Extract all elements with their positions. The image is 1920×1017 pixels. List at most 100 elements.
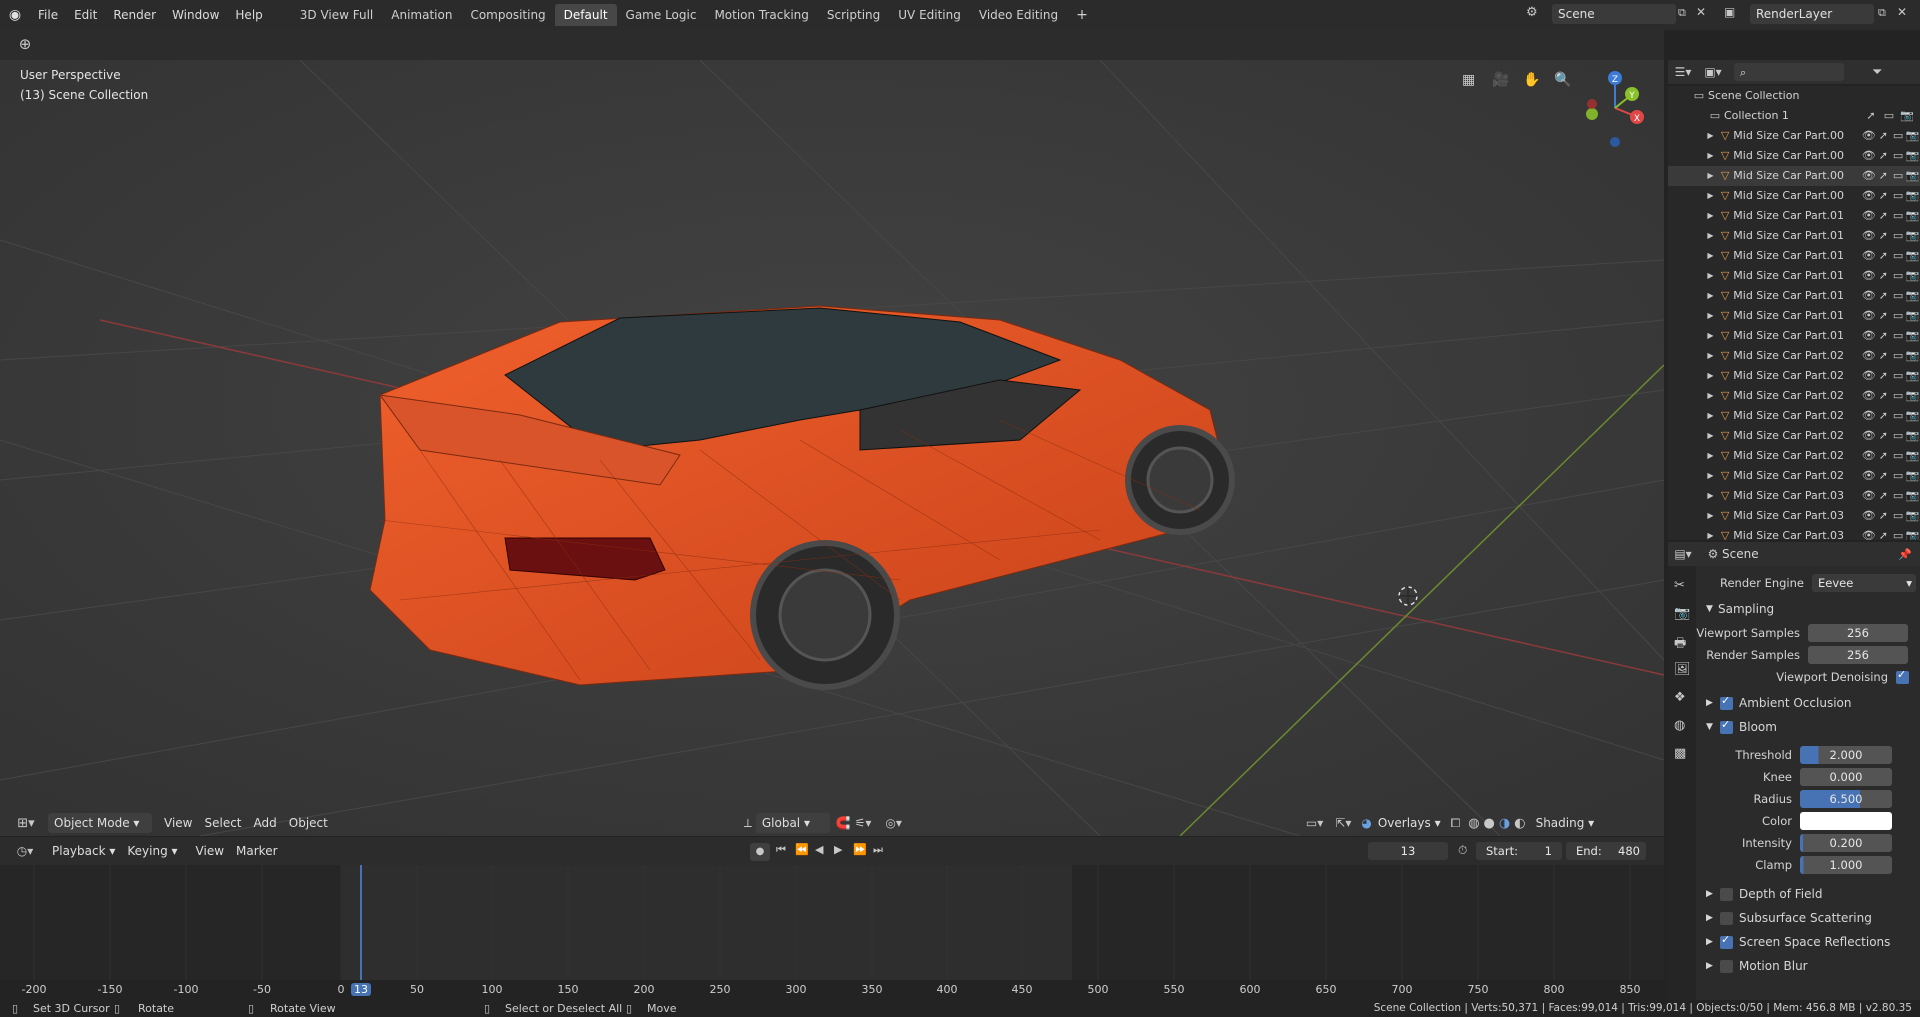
render-toggle-icon[interactable]: 📷 — [1905, 326, 1920, 346]
viewport-toggle-icon[interactable]: ▭ — [1891, 286, 1906, 306]
expand-arrow-icon[interactable]: ▶ — [1704, 466, 1717, 486]
outliner-object-row[interactable]: ▶ ▽ Mid Size Car Part.01 👁 ➚ ▭ 📷 — [1668, 226, 1920, 246]
tab-scripting[interactable]: Scripting — [818, 4, 889, 26]
bloom-color-swatch[interactable] — [1800, 812, 1892, 830]
render-layer-icon[interactable]: ▣ — [1724, 5, 1735, 19]
outliner-object-row[interactable]: ▶ ▽ Mid Size Car Part.02 👁 ➚ ▭ 📷 — [1668, 446, 1920, 466]
texture-tab-icon[interactable]: ▩ — [1674, 746, 1686, 761]
outliner-object-row[interactable]: ▶ ▽ Mid Size Car Part.01 👁 ➚ ▭ 📷 — [1668, 206, 1920, 226]
ssr-checkbox[interactable] — [1720, 933, 1733, 949]
visibility-eye-icon[interactable]: 👁 — [1861, 206, 1876, 226]
visibility-eye-icon[interactable]: 👁 — [1861, 146, 1876, 166]
pan-hand-icon[interactable]: ✋ — [1523, 72, 1540, 88]
scene-icon[interactable]: ⚙ — [1526, 5, 1538, 20]
3d-viewport[interactable]: User Perspective (13) Scene Collection ▦… — [0, 60, 1664, 836]
outliner-object-row[interactable]: ▶ ▽ Mid Size Car Part.02 👁 ➚ ▭ 📷 — [1668, 386, 1920, 406]
expand-arrow-icon[interactable]: ▶ — [1704, 286, 1717, 306]
playback-menu[interactable]: Playback ▾ — [46, 841, 121, 861]
play-button[interactable]: ▶ — [834, 843, 842, 856]
render-toggle-icon[interactable]: 📷 — [1905, 186, 1920, 206]
viewport-toggle-icon[interactable]: ▭ — [1891, 346, 1906, 366]
view-object-types-icon[interactable]: ▭▾ — [1306, 816, 1323, 830]
visibility-eye-icon[interactable]: 👁 — [1861, 286, 1876, 306]
bloom-header[interactable]: ▼ Bloom — [1696, 716, 1920, 738]
viewport-toggle-icon[interactable]: ▭ — [1891, 426, 1906, 446]
viewport-toggle-icon[interactable]: ▭ — [1891, 306, 1906, 326]
dof-header[interactable]: ▶ Depth of Field — [1696, 882, 1920, 906]
viewport-samples-field[interactable]: 256 — [1808, 624, 1908, 642]
viewport-toggle-icon[interactable]: ▭ — [1891, 246, 1906, 266]
tab-3d-view-full[interactable]: 3D View Full — [291, 4, 383, 26]
display-mode-icon[interactable]: ▣▾ — [1698, 65, 1728, 79]
visibility-eye-icon[interactable]: 👁 — [1861, 266, 1876, 286]
new-layer-icon[interactable]: ⧉ — [1878, 6, 1886, 20]
outliner-object-row[interactable]: ▶ ▽ Mid Size Car Part.02 👁 ➚ ▭ 📷 — [1668, 346, 1920, 366]
expand-arrow-icon[interactable]: ▶ — [1704, 426, 1717, 446]
render-toggle-icon[interactable]: 📷 — [1905, 466, 1920, 486]
dof-checkbox[interactable] — [1720, 887, 1733, 901]
render-toggle-icon[interactable]: 📷 — [1905, 146, 1920, 166]
expand-arrow-icon[interactable]: ▶ — [1704, 246, 1717, 266]
selectable-icon[interactable]: ➚ — [1876, 206, 1891, 226]
sss-checkbox[interactable] — [1720, 911, 1733, 925]
visibility-eye-icon[interactable]: 👁 — [1861, 506, 1876, 526]
selectable-icon[interactable]: ➚ — [1876, 246, 1891, 266]
editor-type-icon[interactable]: ⊞▾ — [12, 816, 40, 831]
ssr-header[interactable]: ▶ Screen Space Reflections — [1696, 930, 1920, 954]
selectable-icon[interactable]: ➚ — [1876, 126, 1891, 146]
render-toggle-icon[interactable]: 📷 — [1905, 246, 1920, 266]
outliner-object-row[interactable]: ▶ ▽ Mid Size Car Part.02 👁 ➚ ▭ 📷 — [1668, 366, 1920, 386]
render-toggle-icon[interactable]: 📷 — [1905, 166, 1920, 186]
snap-icon[interactable]: 🧲 ⚟▾ — [836, 816, 872, 830]
visibility-eye-icon[interactable]: 👁 — [1861, 386, 1876, 406]
viewport-menu-view[interactable]: View — [158, 813, 198, 833]
timeline[interactable]: ◷▾ Playback ▾ Keying ▾ View Marker ● ⏮ ⏪… — [0, 837, 1664, 1000]
keying-menu[interactable]: Keying ▾ — [121, 841, 183, 861]
viewport-toggle-icon[interactable]: ▭ — [1891, 466, 1906, 486]
clamp-slider[interactable]: 1.000 — [1800, 856, 1892, 874]
tab-default[interactable]: Default — [554, 4, 617, 26]
expand-arrow-icon[interactable]: ▶ — [1704, 486, 1717, 506]
selectable-icon[interactable]: ➚ — [1876, 426, 1891, 446]
zoom-icon[interactable]: 🔍 — [1554, 72, 1571, 88]
render-toggle-icon[interactable]: 📷 — [1905, 426, 1920, 446]
viewport-toggle-icon[interactable]: ▭ — [1891, 166, 1906, 186]
outliner-object-row[interactable]: ▶ ▽ Mid Size Car Part.03 👁 ➚ ▭ 📷 — [1668, 526, 1920, 540]
jump-start-button[interactable]: ⏮ — [776, 843, 786, 857]
render-toggle-icon[interactable]: 📷 — [1905, 386, 1920, 406]
current-frame-marker[interactable]: 13 — [351, 983, 371, 996]
rendered-shading-icon[interactable]: ◐ — [1514, 816, 1525, 831]
menu-render[interactable]: Render — [105, 0, 164, 30]
render-toggle-icon[interactable]: 📷 — [1905, 506, 1920, 526]
overlays-icon[interactable]: ◕ — [1361, 816, 1371, 830]
sampling-panel-header[interactable]: ▼ Sampling — [1696, 598, 1920, 620]
object-mode-select[interactable]: Object Mode ▾ — [48, 813, 152, 833]
preview-range-icon[interactable]: ⏱ — [1458, 843, 1467, 858]
render-samples-field[interactable]: 256 — [1808, 646, 1908, 664]
tab-game-logic[interactable]: Game Logic — [617, 4, 706, 26]
proportional-edit-icon[interactable]: ◎▾ — [885, 816, 902, 830]
radius-slider[interactable]: 6.500 — [1800, 790, 1892, 808]
selectable-icon[interactable]: ➚ — [1876, 326, 1891, 346]
render-toggle-icon[interactable]: 📷 — [1905, 226, 1920, 246]
outliner-collection-row[interactable]: ▭ Collection 1 ➚ ▭ 📷 — [1668, 106, 1920, 126]
selectable-icon[interactable]: ➚ — [1876, 406, 1891, 426]
expand-arrow-icon[interactable]: ▶ — [1704, 446, 1717, 466]
close-layer-icon[interactable]: ✕ — [1897, 5, 1907, 19]
viewport-toggle-icon[interactable]: ▭ — [1891, 526, 1906, 540]
selectable-icon[interactable]: ➚ — [1876, 386, 1891, 406]
outliner-object-row[interactable]: ▶ ▽ Mid Size Car Part.00 👁 ➚ ▭ 📷 — [1668, 146, 1920, 166]
bloom-checkbox[interactable] — [1720, 718, 1733, 734]
viewport-toggle-icon[interactable]: ▭ — [1891, 186, 1906, 206]
render-toggle-icon[interactable]: 📷 — [1905, 366, 1920, 386]
selectable-icon[interactable]: ➚ — [1876, 346, 1891, 366]
outliner-object-row[interactable]: ▶ ▽ Mid Size Car Part.00 👁 ➚ ▭ 📷 — [1668, 166, 1920, 186]
outliner-object-row[interactable]: ▶ ▽ Mid Size Car Part.01 👁 ➚ ▭ 📷 — [1668, 326, 1920, 346]
outliner-editor-type-icon[interactable]: ☰▾ — [1668, 65, 1698, 79]
motion-blur-header[interactable]: ▶ Motion Blur — [1696, 954, 1920, 978]
viewport-toggle-icon[interactable]: ▭ — [1891, 386, 1906, 406]
render-toggle-icon[interactable]: 📷 — [1905, 206, 1920, 226]
start-frame-field[interactable]: Start: 1 — [1476, 842, 1562, 860]
selectable-icon[interactable]: ➚ — [1876, 286, 1891, 306]
ambient-occlusion-checkbox[interactable] — [1720, 694, 1733, 710]
